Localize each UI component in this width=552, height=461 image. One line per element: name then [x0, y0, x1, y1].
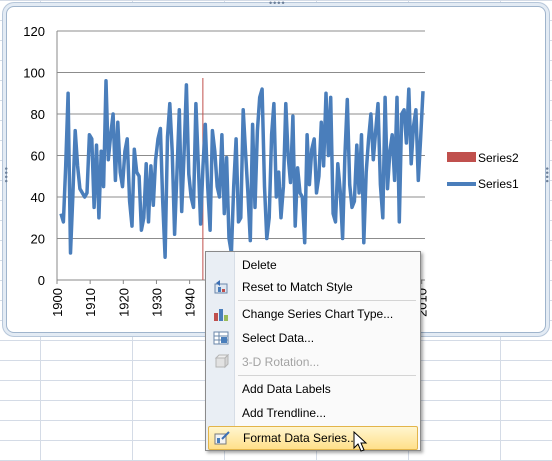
menu-item-delete[interactable]: Delete — [208, 254, 418, 276]
x-tick-label: 1930 — [149, 288, 164, 317]
legend-swatch-series2 — [447, 152, 476, 162]
y-tick-label: 120 — [23, 24, 45, 39]
y-tick-label: 40 — [31, 190, 45, 205]
chart-type-icon — [214, 309, 228, 321]
3d-rotation-icon — [214, 354, 229, 369]
x-tick-label: 1910 — [83, 288, 98, 317]
legend-label-series1: Series1 — [478, 177, 519, 191]
menu-item-change-chart-type[interactable]: Change Series Chart Type... — [208, 303, 418, 325]
y-tick-label: 20 — [31, 232, 45, 247]
menu-item-add-trendline[interactable]: Add Trendline... — [208, 402, 418, 424]
menu-item-add-data-labels[interactable]: Add Data Labels — [208, 378, 418, 400]
menu-separator — [238, 300, 416, 301]
x-tick-label: 1920 — [116, 288, 131, 317]
menu-item-label: Change Series Chart Type... — [242, 307, 394, 321]
menu-item-label: Delete — [242, 258, 277, 272]
menu-item-label: Reset to Match Style — [242, 280, 353, 294]
y-tick-label: 80 — [31, 107, 45, 122]
y-tick-label: 60 — [31, 149, 45, 164]
mouse-pointer-icon — [353, 431, 368, 452]
y-tick-label: 100 — [23, 66, 45, 81]
menu-item-3d-rotation: 3-D Rotation... — [208, 351, 418, 373]
menu-item-label: Add Trendline... — [242, 406, 327, 420]
menu-item-format-data-series[interactable]: Format Data Series... — [208, 426, 418, 450]
menu-item-label: 3-D Rotation... — [242, 355, 320, 369]
series1-line — [59, 79, 425, 259]
menu-item-select-data[interactable]: Select Data... — [208, 327, 418, 349]
y-tick-label: 0 — [38, 273, 45, 288]
context-menu: Delete Reset to Match Style Change Serie… — [205, 251, 421, 451]
x-tick-label: 1940 — [183, 288, 198, 317]
menu-item-label: Select Data... — [242, 331, 315, 345]
menu-item-reset-style[interactable]: Reset to Match Style — [208, 276, 418, 298]
x-tick-label: 1900 — [50, 288, 65, 317]
format-series-icon — [214, 431, 230, 445]
legend-label-series2: Series2 — [478, 151, 519, 165]
menu-item-label: Format Data Series... — [243, 431, 358, 445]
reset-style-icon — [214, 280, 228, 294]
select-data-icon — [213, 331, 229, 345]
menu-item-label: Add Data Labels — [242, 382, 331, 396]
menu-separator — [238, 375, 416, 376]
